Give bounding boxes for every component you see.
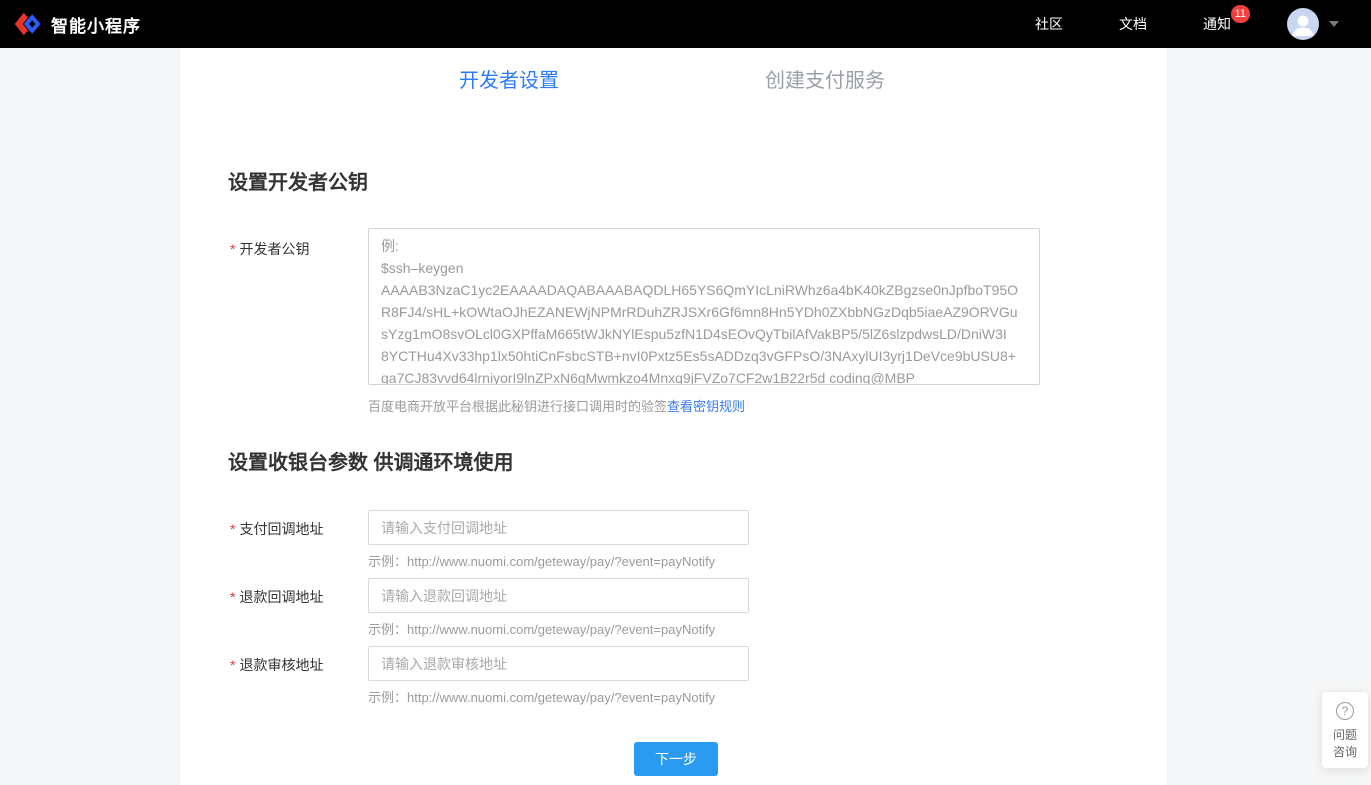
refund-callback-example: 示例：http://www.nuomi.com/geteway/pay/?eve… bbox=[368, 619, 715, 638]
consult-widget-line2: 咨询 bbox=[1322, 744, 1368, 761]
pay-callback-example: 示例：http://www.nuomi.com/geteway/pay/?eve… bbox=[368, 551, 715, 570]
consult-widget[interactable]: ? 问题 咨询 bbox=[1322, 692, 1368, 768]
required-asterisk: * bbox=[230, 657, 235, 673]
nav-item-notifications[interactable]: 通知 11 bbox=[1203, 14, 1231, 34]
avatar[interactable] bbox=[1287, 8, 1319, 40]
refund-review-label-text: 退款审核地址 bbox=[239, 657, 323, 673]
required-asterisk: * bbox=[230, 589, 235, 605]
top-nav-bar: 智能小程序 社区 文档 通知 11 bbox=[0, 0, 1371, 48]
section-title-developer-key: 设置开发者公钥 bbox=[228, 166, 368, 195]
diamond-logo-icon bbox=[14, 10, 42, 38]
logo-text: 智能小程序 bbox=[51, 12, 141, 37]
refund-review-label: *退款审核地址 bbox=[230, 655, 323, 675]
key-helper-label: 百度电商开放平台根据此秘钥进行接口调用时的验签 bbox=[368, 399, 667, 414]
developer-key-label-text: 开发者公钥 bbox=[239, 241, 309, 257]
nav-item-community[interactable]: 社区 bbox=[1035, 14, 1063, 34]
refund-callback-label-text: 退款回调地址 bbox=[239, 589, 323, 605]
pay-callback-input[interactable] bbox=[368, 510, 749, 545]
required-asterisk: * bbox=[230, 241, 235, 257]
consult-widget-line1: 问题 bbox=[1322, 727, 1368, 744]
refund-callback-label: *退款回调地址 bbox=[230, 587, 323, 607]
pay-callback-label-text: 支付回调地址 bbox=[239, 521, 323, 537]
user-icon bbox=[1287, 8, 1319, 40]
nav-item-docs[interactable]: 文档 bbox=[1119, 14, 1147, 34]
notification-badge: 11 bbox=[1231, 5, 1250, 23]
next-step-button[interactable]: 下一步 bbox=[634, 742, 718, 776]
view-key-rules-link[interactable]: 查看密钥规则 bbox=[667, 399, 745, 414]
app-logo[interactable]: 智能小程序 bbox=[14, 10, 141, 38]
page: 智能小程序 社区 文档 通知 11 开发者设置 创建支付服务 设置开发者公钥 *… bbox=[0, 0, 1371, 785]
refund-callback-input[interactable] bbox=[368, 578, 749, 613]
refund-review-example: 示例：http://www.nuomi.com/geteway/pay/?eve… bbox=[368, 687, 715, 706]
developer-key-label: *开发者公钥 bbox=[230, 239, 309, 259]
pay-callback-label: *支付回调地址 bbox=[230, 519, 323, 539]
key-helper-text: 百度电商开放平台根据此秘钥进行接口调用时的验签查看密钥规则 bbox=[368, 396, 745, 415]
question-circle-icon: ? bbox=[1336, 702, 1354, 720]
tab-create-payment-service[interactable]: 创建支付服务 bbox=[765, 64, 885, 93]
developer-key-textarea[interactable]: 例: $ssh–keygen AAAAB3NzaC1yc2EAAAADAQABA… bbox=[368, 228, 1040, 385]
nav-item-notifications-label: 通知 bbox=[1203, 16, 1231, 32]
chevron-down-icon[interactable] bbox=[1329, 21, 1339, 27]
tab-developer-settings[interactable]: 开发者设置 bbox=[459, 64, 559, 93]
section-title-cashier-params: 设置收银台参数 供调通环境使用 bbox=[228, 446, 514, 475]
header-nav: 社区 文档 通知 11 bbox=[1035, 0, 1371, 48]
required-asterisk: * bbox=[230, 521, 235, 537]
refund-review-input[interactable] bbox=[368, 646, 749, 681]
